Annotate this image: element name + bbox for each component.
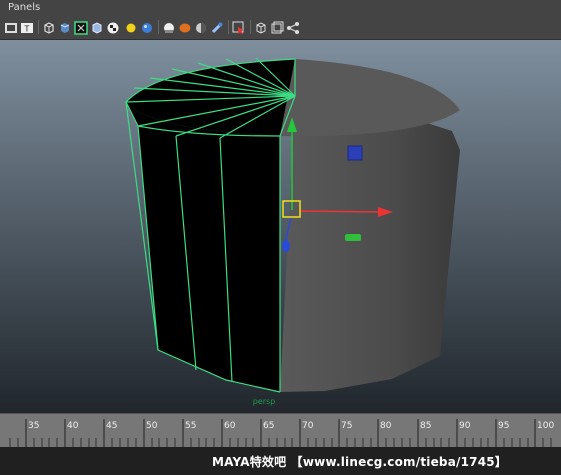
timeline-tick-label: 75 <box>341 421 353 431</box>
grid-icon[interactable]: T <box>20 20 34 34</box>
timeline-tick-label: 95 <box>498 421 510 431</box>
timeline-tick-label: 55 <box>185 421 197 431</box>
maya-window: Panels T persp 35 40 45 50 55 60 65 70 7… <box>0 0 561 475</box>
checker-icon[interactable] <box>106 20 120 34</box>
viewport-toolbar: T <box>0 17 561 40</box>
sun-light-icon[interactable] <box>124 20 138 34</box>
timeline-tick-label: 80 <box>380 421 392 431</box>
perspective-viewport[interactable]: persp <box>0 40 561 413</box>
move-plane-handle-xy[interactable] <box>347 145 363 161</box>
watermark-text: MAYA特效吧 【www.linecg.com/tieba/1745】 <box>212 455 508 469</box>
time-ruler <box>9 419 552 447</box>
timeline-tick-label: 45 <box>106 421 118 431</box>
panels-menu[interactable]: Panels <box>8 2 40 13</box>
timeline-tick-label: 65 <box>263 421 275 431</box>
timeline-tick-label: 85 <box>420 421 432 431</box>
camera-label: persp <box>253 397 276 406</box>
select-camera-icon[interactable] <box>4 20 18 34</box>
timeline-tick-label: 100 <box>537 421 555 431</box>
timeline-tick-label: 90 <box>459 421 471 431</box>
node-icon[interactable] <box>286 20 300 34</box>
shaded-cube-icon[interactable] <box>58 20 72 34</box>
cube-frame-icon[interactable] <box>270 20 284 34</box>
time-slider[interactable]: 35 40 45 50 55 60 65 70 75 80 85 90 95 1… <box>0 413 561 448</box>
blue-sphere-icon[interactable] <box>140 20 154 34</box>
pin-icon[interactable] <box>210 20 224 34</box>
frame-selected-icon[interactable] <box>74 20 88 35</box>
panel-menubar: Panels <box>0 0 561 18</box>
timeline-tick-label: 50 <box>146 421 158 431</box>
timeline-tick-label: 70 <box>302 421 314 431</box>
timeline-tick-label: 35 <box>28 421 40 431</box>
cylinder-right-side <box>280 98 460 392</box>
half-sphere-icon[interactable] <box>194 20 208 34</box>
timeline-tick-label: 60 <box>224 421 236 431</box>
move-plane-handle-xz[interactable] <box>345 234 361 241</box>
select-arrow-icon[interactable] <box>232 20 246 35</box>
cube-wire-icon[interactable] <box>254 20 268 34</box>
white-sphere-icon[interactable] <box>162 20 176 34</box>
watermark-bar: MAYA特效吧 【www.linecg.com/tieba/1745】 <box>0 447 561 475</box>
timeline-tick-label: 40 <box>67 421 79 431</box>
wire-cube-icon[interactable] <box>90 20 104 34</box>
cube-icon[interactable] <box>42 20 56 34</box>
orange-sphere-icon[interactable] <box>178 20 192 34</box>
svg-text:T: T <box>24 25 30 34</box>
